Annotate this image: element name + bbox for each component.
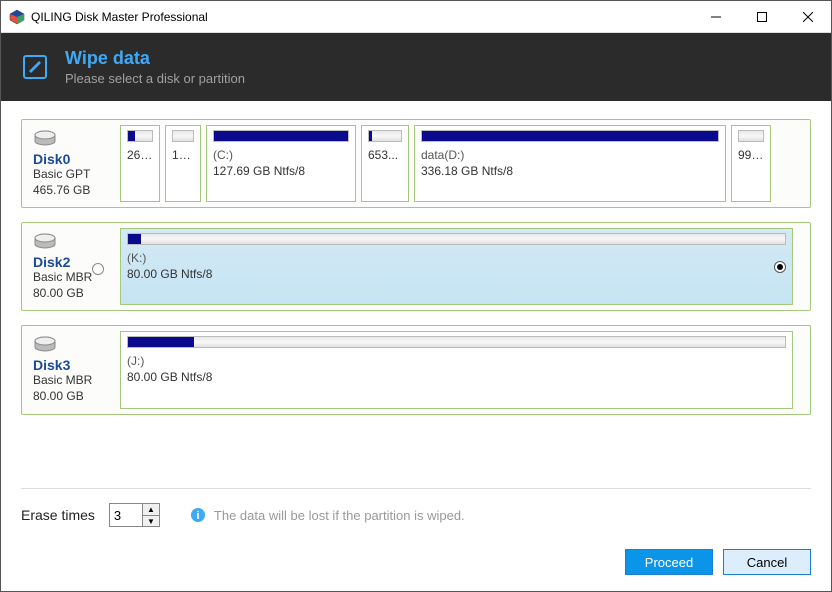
disk-type: Basic MBR [33,270,92,286]
page-header: Wipe data Please select a disk or partit… [1,33,831,101]
partition-label: (C:) [213,148,349,164]
partition-size: 336.18 GB Ntfs/8 [421,164,719,180]
footer: Erase times ▲ ▼ i The data will be lost … [1,488,831,591]
partition-cell[interactable]: 653... [361,125,409,202]
disk-size: 80.00 GB [33,389,92,405]
disk-info[interactable]: Disk0 Basic GPT 465.76 GB [27,125,115,202]
partition-usage-bar [127,336,786,348]
partition-cell[interactable]: (C:) 127.69 GB Ntfs/8 [206,125,356,202]
page-title: Wipe data [65,48,245,69]
partition-cell[interactable]: (K:) 80.00 GB Ntfs/8 [120,228,793,305]
wipe-icon [21,53,49,81]
partition-usage-bar [738,130,764,142]
partition-cell[interactable]: 260... [120,125,160,202]
partition-usage-bar [213,130,349,142]
disk-name: Disk3 [33,357,92,373]
partition-label: data(D:) [421,148,719,164]
disk-icon [33,335,57,355]
disk-size: 80.00 GB [33,286,92,302]
disk-icon [33,129,57,149]
info-icon: i [190,507,206,523]
disk-icon [33,232,57,252]
titlebar: QILING Disk Master Professional [1,1,831,33]
app-logo-icon [9,9,25,25]
disk-row: Disk0 Basic GPT 465.76 GB 260... 16... (… [21,119,811,208]
partition-size: 80.00 GB Ntfs/8 [127,370,786,386]
erase-times-input[interactable] [110,504,142,526]
partition-label: (J:) [127,354,786,370]
spinner-up-icon[interactable]: ▲ [143,504,159,515]
partition-usage-bar [172,130,194,142]
disk-name: Disk0 [33,151,90,167]
svg-text:i: i [196,510,199,522]
partition-size: 80.00 GB Ntfs/8 [127,267,786,283]
partition-size: 995... [738,148,764,164]
disk-size: 465.76 GB [33,183,90,199]
disk-info[interactable]: Disk2 Basic MBR 80.00 GB [27,228,115,305]
disk-type: Basic MBR [33,373,92,389]
close-button[interactable] [785,1,831,32]
partition-label: (K:) [127,251,786,267]
partition-size: 260... [127,148,153,164]
page-subtitle: Please select a disk or partition [65,71,245,86]
partition-usage-bar [127,130,153,142]
partition-cell[interactable]: data(D:) 336.18 GB Ntfs/8 [414,125,726,202]
partition-cell[interactable]: 16... [165,125,201,202]
disk-row: Disk3 Basic MBR 80.00 GB (J:) 80.00 GB N… [21,325,811,414]
disk-name: Disk2 [33,254,92,270]
spinner-down-icon[interactable]: ▼ [143,515,159,526]
partition-size: 653... [368,148,402,164]
radio-selected-icon [774,261,786,273]
disk-row: Disk2 Basic MBR 80.00 GB (K:) 80.00 GB N… [21,222,811,311]
cancel-button[interactable]: Cancel [723,549,811,575]
window-title: QILING Disk Master Professional [31,10,693,24]
radio-empty-icon[interactable] [92,263,104,275]
partition-usage-bar [421,130,719,142]
disk-list: Disk0 Basic GPT 465.76 GB 260... 16... (… [1,101,831,501]
proceed-button[interactable]: Proceed [625,549,713,575]
partition-size: 127.69 GB Ntfs/8 [213,164,349,180]
minimize-button[interactable] [693,1,739,32]
erase-times-spinner[interactable]: ▲ ▼ [109,503,160,527]
erase-times-label: Erase times [21,507,95,523]
info-text: The data will be lost if the partition i… [214,508,465,523]
partition-usage-bar [127,233,786,245]
partition-size: 16... [172,148,194,164]
partition-cell[interactable]: (J:) 80.00 GB Ntfs/8 [120,331,793,408]
partition-cell[interactable]: 995... [731,125,771,202]
disk-type: Basic GPT [33,167,90,183]
maximize-button[interactable] [739,1,785,32]
partition-usage-bar [368,130,402,142]
disk-info[interactable]: Disk3 Basic MBR 80.00 GB [27,331,115,408]
